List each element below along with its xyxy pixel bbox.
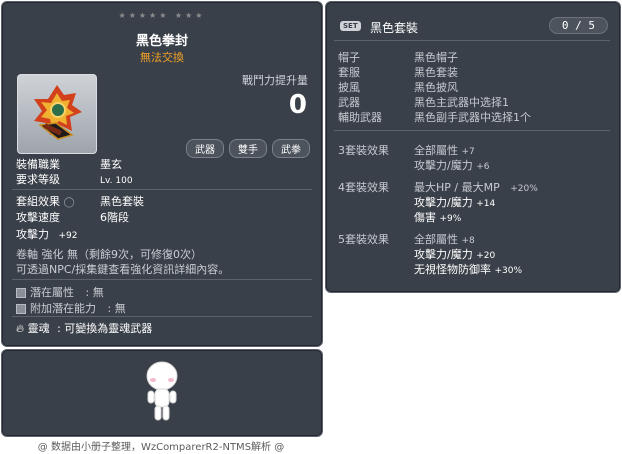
star-force-stars: ★★★★★ ★★★ [118, 11, 206, 20]
trade-restriction: 無法交換 [140, 51, 184, 64]
bonus-potential-row: 附加潛在能力 : 無 [16, 300, 126, 316]
set-part-name: 黑色副手武器中选择1个 [414, 111, 531, 124]
set-effect-line: 全部屬性 +8 [414, 231, 475, 247]
stat-value: +20 [476, 251, 496, 261]
set-effect-title: 5套裝效果 [338, 233, 389, 246]
stat-value: +20% [510, 184, 538, 194]
set-badge: SET [340, 21, 361, 31]
set-part-name: 黑色套装 [414, 66, 458, 79]
divider [334, 130, 610, 131]
bonus-potential-label: 附加潛在能力 [30, 302, 96, 315]
set-part-slot: 輔助武器 [338, 111, 382, 124]
set-part-slot: 披風 [338, 81, 360, 94]
info-icon[interactable]: ◯ [64, 197, 75, 208]
item-tags: 武器 雙手 武拳 [186, 139, 310, 158]
set-part-slot: 套服 [338, 66, 360, 79]
potential-grade-icon [16, 288, 26, 298]
character-preview-panel [1, 349, 323, 437]
set-info-panel: SET 黑色套裝 0 / 5 帽子 黑色帽子 套服 黑色套装 披風 黑色披风 武器 黑色… [325, 1, 621, 293]
stat-name: 攻擊力/魔力 [414, 196, 473, 209]
stat-value: +9% [439, 214, 462, 224]
set-part-row: 帽子 黑色帽子 [338, 49, 458, 65]
soul-label: 靈魂 [27, 322, 50, 335]
stat-value: +30% [494, 266, 523, 276]
set-part-slot: 帽子 [338, 51, 360, 64]
stat-name: 攻擊力/魔力 [414, 159, 473, 172]
attack-row: 攻擊力 +92 [16, 226, 78, 242]
divider [12, 279, 312, 280]
set-effect-title: 3套裝效果 [338, 144, 389, 157]
attack-speed-row: 攻擊速度 6階段 [16, 209, 129, 225]
soul-value: : 可變換為靈魂武器 [57, 322, 153, 335]
set-part-row: 套服 黑色套装 [338, 64, 458, 80]
stat-name: 无視怪物防御率 [414, 263, 491, 276]
job-label: 裝備職業 [16, 158, 60, 171]
set-effect-label-text: 套組效果 [16, 195, 60, 208]
item-name: 黑色拳封 [135, 34, 188, 49]
job-row: 裝備職業 墨玄 [16, 156, 122, 172]
potential-value: : 無 [85, 286, 104, 299]
set-effect-line: 全部屬性 +7 [414, 142, 475, 158]
set-part-row: 披風 黑色披风 [338, 79, 458, 95]
stat-name: 全部屬性 [414, 233, 458, 246]
level-value: Lv. 100 [100, 176, 133, 186]
stat-name: 全部屬性 [414, 144, 458, 157]
level-label: 要求等级 [16, 173, 60, 186]
set-part-name: 黑色主武器中选择1 [414, 96, 509, 109]
attack-speed-value: 6階段 [100, 211, 129, 224]
set-effect-line: 攻擊力/魔力 +14 [414, 194, 495, 210]
stat-name: 最大HP / 最大MP [414, 181, 500, 194]
stat-value: +6 [476, 162, 490, 172]
set-part-name: 黑色帽子 [414, 51, 458, 64]
set-effect-line: 傷害 +9% [414, 209, 461, 225]
stat-name: 傷害 [414, 211, 436, 224]
set-part-row: 武器 黑色主武器中选择1 [338, 94, 509, 110]
set-effect-title: 4套裝效果 [338, 181, 389, 194]
potential-label: 潛在屬性 [30, 286, 74, 299]
set-effect-line: 最大HP / 最大MP +20% [414, 179, 538, 195]
set-count: 0 / 5 [548, 17, 608, 34]
stat-value: +14 [476, 199, 496, 209]
knuckle-weapon-icon [34, 85, 82, 140]
npc-info: 可透過NPC/採集鍵查看強化資訊詳細內容。 [16, 263, 230, 276]
bonus-potential-value: : 無 [107, 302, 126, 315]
footer-credit: @ 数据由小册子整理，WzComparerR2-NTMS解析 @ [37, 442, 285, 453]
scroll-info: 卷軸 強化 無（剩餘9次，可修復0次） [16, 248, 202, 261]
soul-row: 🔥︎ 靈魂 : 可變換為靈魂武器 [16, 320, 152, 336]
potential-row: 潛在屬性 : 無 [16, 284, 104, 300]
set-name: 黑色套裝 [370, 21, 419, 35]
tag-weapon: 武器 [186, 139, 224, 158]
tag-two-handed: 雙手 [229, 139, 267, 158]
stat-value: +7 [461, 147, 475, 157]
stat-value: +8 [461, 236, 475, 246]
set-effect-value: 黑色套裝 [100, 195, 144, 208]
set-part-slot: 武器 [338, 96, 360, 109]
job-value: 墨玄 [100, 158, 122, 171]
set-effect-label: 套組效果 ◯ [16, 193, 100, 209]
attack-value: +92 [58, 231, 78, 241]
item-icon-frame [17, 74, 97, 154]
set-effect-line: 攻擊力/魔力 +20 [414, 246, 495, 262]
power-increase-value: 0 [288, 90, 307, 120]
level-row: 要求等级 Lv. 100 [16, 171, 133, 187]
flame-icon: 🔥︎ [16, 322, 25, 335]
attack-speed-label: 攻擊速度 [16, 211, 60, 224]
set-effect-line: 无視怪物防御率 +30% [414, 261, 522, 277]
divider [12, 189, 312, 190]
item-tooltip-panel: ★★★★★ ★★★ 黑色拳封 無法交換 戰鬥力提升量 0 武器 雙手 武拳 裝備… [1, 1, 323, 347]
divider [12, 316, 312, 317]
set-effect-line: 攻擊力/魔力 +6 [414, 157, 490, 173]
power-increase-label: 戰鬥力提升量 [242, 74, 308, 87]
character-avatar-icon [146, 361, 178, 421]
set-effect-row: 套組效果 ◯ 黑色套裝 [16, 193, 144, 209]
set-part-row: 輔助武器 黑色副手武器中选择1个 [338, 109, 531, 125]
attack-label: 攻擊力 [16, 228, 49, 241]
divider [334, 40, 610, 41]
stat-name: 攻擊力/魔力 [414, 248, 473, 261]
bonus-potential-grade-icon [16, 304, 26, 314]
tag-weapon-type: 武拳 [272, 139, 310, 158]
set-part-name: 黑色披风 [414, 81, 458, 94]
